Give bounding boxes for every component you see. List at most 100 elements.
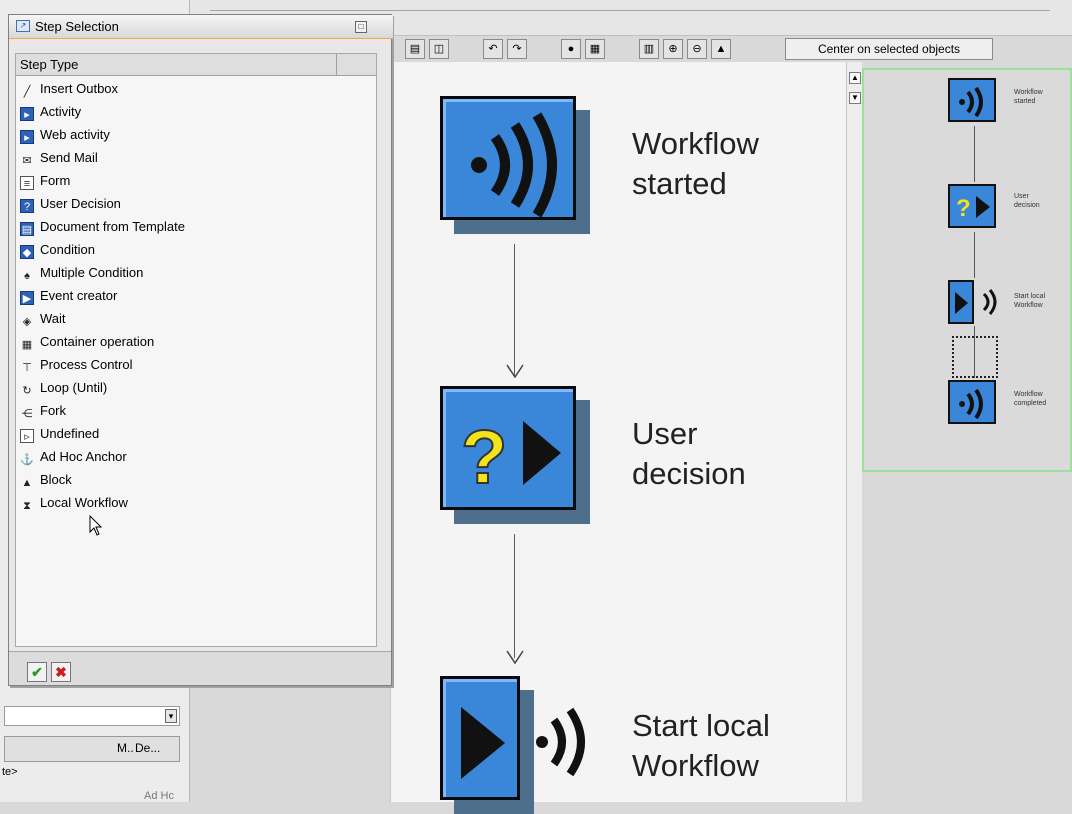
step-item-wait[interactable]: ◈ Wait [20, 308, 350, 330]
step-item-local-workflow[interactable]: ⧗ Local Workflow [20, 492, 350, 514]
step-item-user-decision[interactable]: ? User Decision [20, 193, 350, 215]
fork-icon: ⋲ [21, 408, 33, 420]
arrow-down-icon [506, 650, 524, 664]
cancel-x-button[interactable]: ✖ [51, 662, 71, 682]
signal-waves-icon [959, 86, 983, 118]
overview-navigator[interactable]: Workflow started ? User decision Start l… [862, 68, 1072, 472]
signal-waves-icon [471, 112, 557, 218]
dropdown-icon[interactable]: ▾ [165, 709, 177, 723]
overview-label: Workflow completed [1014, 391, 1047, 407]
center-on-selected-button[interactable]: Center on selected objects [785, 38, 993, 60]
block-icon: ▲ [21, 477, 33, 489]
container-operation-icon: ▦ [21, 339, 33, 351]
send-mail-icon: ✉ [22, 155, 32, 167]
ad-hoc-anchor-icon: ⚓ [20, 454, 34, 466]
zoom-in-icon[interactable]: ⊕ [663, 39, 683, 59]
step-item-process-control[interactable]: ⊤ Process Control [20, 354, 350, 376]
svg-text:?: ? [461, 415, 507, 500]
step-type-list: Step Type ╱ Insert Outbox ▸ Activity ▸ Web … [15, 53, 377, 647]
bottom-left-panel: ▾ M.. De... te> Ad Hc [0, 700, 185, 802]
play-icon [461, 707, 505, 779]
undefined-icon: ▹ [20, 429, 34, 443]
step-selection-dialog: ↗ Step Selection □ Step Type ╱ Insert Out… [8, 14, 393, 686]
question-play-icon: ? [956, 195, 990, 222]
wait-icon: ◈ [22, 316, 32, 328]
overview-node-local-workflow[interactable] [948, 280, 974, 324]
signal-waves-icon [982, 289, 997, 315]
align-icon[interactable]: ▥ [639, 39, 659, 59]
table-cell: Ad Hc [144, 790, 174, 802]
column-m-header[interactable]: M.. [117, 741, 134, 755]
window-icon: ↗ [16, 20, 30, 32]
confirm-checkmark-button[interactable]: ✔ [27, 662, 47, 682]
canvas-scrollbar[interactable]: ▲ ▼ [846, 62, 862, 802]
step-type-column-header[interactable]: Step Type [16, 54, 376, 76]
scroll-up-icon[interactable]: ▲ [849, 72, 861, 84]
overview-node-started[interactable] [948, 78, 996, 122]
loop-icon: ↻ [22, 385, 32, 397]
step-item-fork[interactable]: ⋲ Fork [20, 400, 350, 422]
column-de-header[interactable]: De... [135, 741, 160, 755]
step-item-multiple-condition[interactable]: ♠ Multiple Condition [20, 262, 350, 284]
step-item-web-activity[interactable]: ▸ Web activity [20, 124, 350, 146]
event-creator-icon: ▶ [20, 291, 34, 305]
print-icon[interactable]: ▤ [405, 39, 425, 59]
step-item-undefined[interactable]: ▹ Undefined [20, 423, 350, 445]
step-item-event-creator[interactable]: ▶ Event creator [20, 285, 350, 307]
user-decision-icon: ? [20, 199, 34, 213]
workflow-started-label: Workflow started [632, 126, 759, 201]
overview-label: Start local Workflow [1014, 293, 1046, 309]
workflow-started-node[interactable] [440, 96, 590, 234]
step-item-activity[interactable]: ▸ Activity [20, 101, 350, 123]
step-type-header-label: Step Type [20, 57, 79, 72]
table-cell: te> [2, 766, 18, 778]
step-item-block[interactable]: ▲ Block [20, 469, 350, 491]
overview-label: User decision [1014, 193, 1040, 209]
multiple-condition-icon: ♠ [24, 270, 30, 282]
view-icon[interactable]: ◫ [429, 39, 449, 59]
line-icon: ╱ [23, 86, 31, 98]
mouse-cursor-icon [89, 515, 103, 536]
play-icon [955, 292, 968, 314]
close-icon[interactable]: □ [355, 21, 367, 33]
step-item-insert-outbox[interactable]: ╱ Insert Outbox [20, 78, 350, 100]
scroll-down-icon[interactable]: ▼ [849, 92, 861, 104]
redo-icon[interactable]: ↷ [507, 39, 527, 59]
bottom-table-header: M.. De... [4, 736, 180, 762]
form-icon: ≡ [20, 176, 34, 190]
web-activity-icon: ▸ [20, 130, 34, 144]
step-item-document-from-template[interactable]: ▤ Document from Template [20, 216, 350, 238]
navigator-icon[interactable]: ▲ [711, 39, 731, 59]
connector-line [514, 244, 515, 376]
pin-icon[interactable]: ● [561, 39, 581, 59]
selection-marker [952, 336, 998, 378]
overview-node-completed[interactable] [948, 380, 996, 424]
zoom-out-icon[interactable]: ⊖ [687, 39, 707, 59]
undo-icon[interactable]: ↶ [483, 39, 503, 59]
start-local-workflow-label: Start local Workflow [632, 708, 770, 783]
step-item-send-mail[interactable]: ✉ Send Mail [20, 147, 350, 169]
document-template-icon: ▤ [20, 222, 34, 236]
tree-icon[interactable]: ▦ [585, 39, 605, 59]
connector-line [514, 534, 515, 658]
arrow-down-icon [506, 364, 524, 378]
user-decision-label: User decision [632, 416, 746, 491]
overview-node-decision[interactable]: ? [948, 184, 996, 228]
overview-label: Workflow started [1014, 89, 1043, 105]
signal-waves-icon [536, 707, 585, 777]
bottom-dropdown-field[interactable]: ▾ [4, 706, 180, 726]
dialog-title-bar[interactable]: ↗ Step Selection □ [9, 15, 393, 39]
step-item-loop-until[interactable]: ↻ Loop (Until) [20, 377, 350, 399]
graphic-toolbar: ▤ ◫ ↶ ↷ ● ▦ ▥ ⊕ ⊖ ▲ Center on selected o… [395, 36, 995, 62]
step-item-container-operation[interactable]: ▦ Container operation [20, 331, 350, 353]
start-local-workflow-node[interactable] [440, 676, 534, 814]
dialog-footer: ✔ ✖ [9, 651, 391, 685]
step-item-condition[interactable]: ◆ Condition [20, 239, 350, 261]
user-decision-node[interactable]: ? [440, 386, 590, 524]
condition-icon: ◆ [20, 245, 34, 259]
step-item-ad-hoc-anchor[interactable]: ⚓ Ad Hoc Anchor [20, 446, 350, 468]
activity-icon: ▸ [20, 107, 34, 121]
step-item-form[interactable]: ≡ Form [20, 170, 350, 192]
process-control-icon: ⊤ [22, 362, 32, 374]
dialog-title: Step Selection [35, 19, 119, 34]
